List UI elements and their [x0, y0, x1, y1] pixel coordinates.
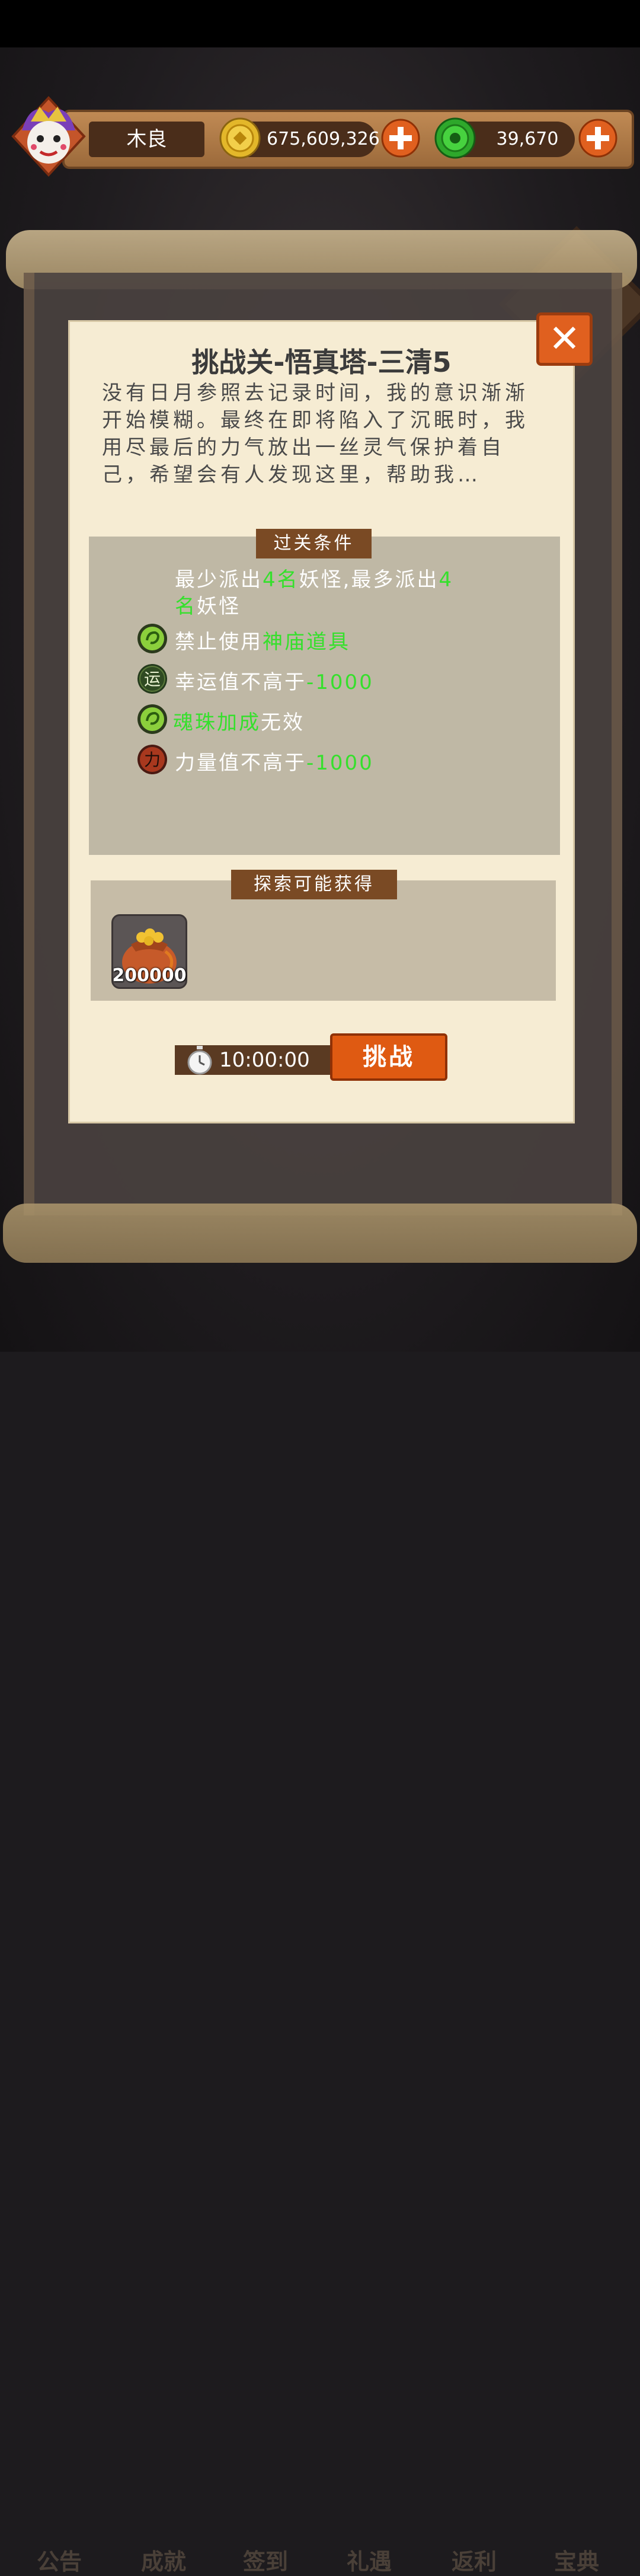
condition-row: 力量值不高于-1000 — [175, 751, 374, 775]
bottom-nav: 公告 成就 签到 礼遇 返利 宝典 — [0, 1269, 640, 2575]
condition-row-continued: 名妖怪 — [175, 595, 241, 618]
jade-coin-icon — [434, 117, 476, 159]
condition-row: 魂珠加成无效 — [173, 711, 305, 735]
conditions-title: 过关条件 — [256, 529, 372, 558]
scroll-rod-bottom — [3, 1204, 637, 1263]
player-avatar-icon[interactable] — [7, 95, 90, 178]
rewards-title: 探索可能获得 — [231, 870, 397, 899]
nav-achievements[interactable]: 成就 — [141, 2543, 186, 2576]
nav-announcement[interactable]: 公告 — [37, 2543, 82, 2576]
player-name[interactable]: 木良 — [89, 122, 204, 157]
nav-gifts[interactable]: 礼遇 — [347, 2543, 392, 2576]
jade-amount: 39,670 — [496, 129, 559, 149]
green-orb-icon — [137, 704, 167, 734]
luck-icon: 运 — [137, 664, 167, 694]
dialog-description: 没有日月参照去记录时间，我的意识渐渐开始模糊。最终在即将陷入了沉眠时，我用尽最后… — [102, 381, 529, 487]
timer-value: 10:00:00 — [219, 1048, 310, 1072]
reward-count: 200000 — [112, 965, 187, 986]
challenge-button[interactable]: 挑战 — [330, 1033, 447, 1081]
svg-text:运: 运 — [144, 669, 161, 689]
add-jade-button[interactable] — [578, 119, 617, 158]
svg-text:力: 力 — [144, 750, 161, 770]
green-orb-icon — [137, 624, 167, 653]
condition-row: 禁止使用神庙道具 — [175, 630, 350, 654]
condition-row: 最少派出4名妖怪,最多派出4 — [175, 568, 454, 592]
status-bar — [0, 0, 640, 47]
add-gold-button[interactable] — [381, 119, 420, 158]
nav-checkin[interactable]: 签到 — [243, 2543, 288, 2576]
condition-row: 幸运值不高于-1000 — [175, 671, 374, 694]
power-icon: 力 — [137, 745, 167, 774]
stopwatch-icon — [187, 1046, 212, 1075]
nav-guide[interactable]: 宝典 — [554, 2543, 599, 2576]
nav-rebate[interactable]: 返利 — [452, 2543, 497, 2576]
gold-amount: 675,609,326 — [267, 129, 380, 149]
dialog-title: 挑战关-悟真塔-三清5 — [191, 346, 452, 378]
gold-coin-icon — [219, 117, 261, 159]
